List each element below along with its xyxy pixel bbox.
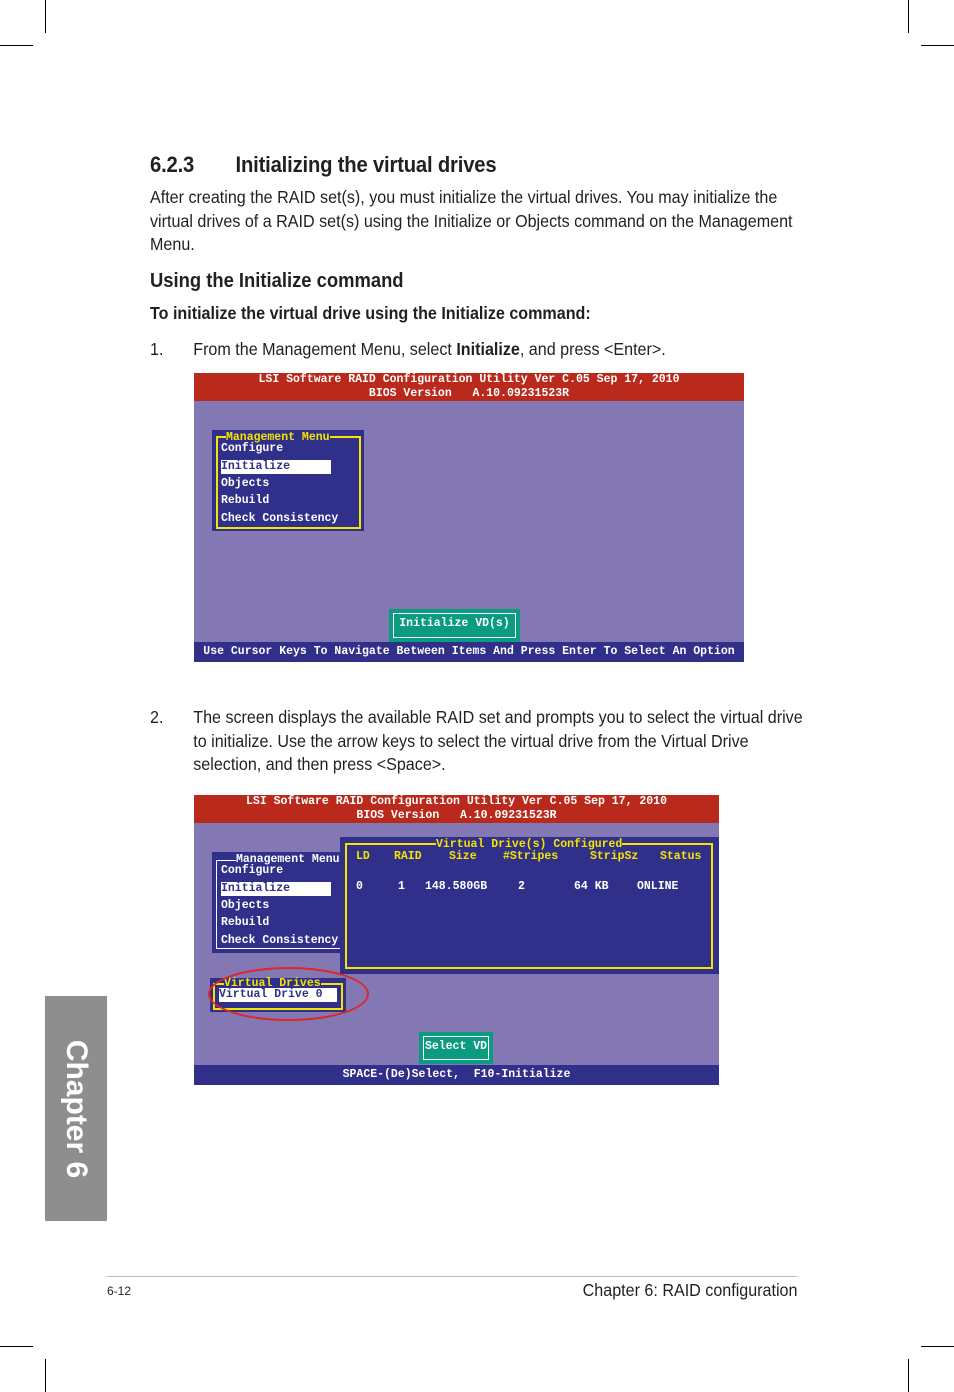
crop-mark bbox=[45, 0, 46, 33]
initialize-vd-label: Initialize VD(s) bbox=[393, 613, 516, 638]
menu-item-configure[interactable]: Configure bbox=[221, 864, 283, 878]
column-header-stripsz: StripSz bbox=[590, 850, 639, 863]
initialize-vd-button[interactable]: Initialize VD(s) bbox=[389, 609, 520, 642]
cell-status: ONLINE bbox=[637, 880, 679, 893]
crop-mark bbox=[908, 0, 909, 33]
bios-footer: Use Cursor Keys To Navigate Between Item… bbox=[194, 642, 744, 662]
column-header-raid: RAID bbox=[394, 850, 422, 863]
cell-size: 148.580GB bbox=[425, 880, 488, 893]
crop-mark bbox=[908, 1359, 909, 1392]
bios-screen-1: LSI Software RAID Configuration Utility … bbox=[194, 373, 744, 662]
select-vd-button[interactable]: Select VD bbox=[419, 1032, 493, 1064]
menu-item-check-consistency[interactable]: Check Consistency bbox=[221, 934, 338, 948]
column-header-status: Status bbox=[660, 850, 702, 863]
crop-mark bbox=[0, 45, 33, 46]
bios-version: BIOS Version A.10.09231523R bbox=[356, 809, 557, 822]
column-header-size: Size bbox=[449, 850, 477, 863]
menu-item-rebuild[interactable]: Rebuild bbox=[221, 494, 269, 508]
crop-mark bbox=[0, 1346, 33, 1347]
step-text-part: From the Management Menu, select bbox=[193, 339, 457, 359]
chapter-tab: Chapter 6 bbox=[45, 996, 107, 1221]
step-text: The screen displays the available RAID s… bbox=[193, 707, 803, 774]
intro-paragraph: After creating the RAID set(s), you must… bbox=[150, 187, 793, 254]
footer-chapter-title: Chapter 6: RAID configuration bbox=[582, 1280, 797, 1300]
section-number: 6.2.3 bbox=[150, 152, 195, 177]
footer-rule bbox=[107, 1276, 797, 1277]
bios-header: LSI Software RAID Configuration Utility … bbox=[194, 795, 719, 823]
cell-raid: 1 bbox=[398, 880, 405, 893]
bios-header: LSI Software RAID Configuration Utility … bbox=[194, 373, 744, 401]
bios-title: LSI Software RAID Configuration Utility … bbox=[258, 373, 680, 386]
chapter-tab-label: Chapter 6 bbox=[60, 1039, 93, 1178]
crop-mark bbox=[921, 1346, 954, 1347]
crop-mark bbox=[45, 1359, 46, 1392]
menu-item-objects[interactable]: Objects bbox=[221, 477, 269, 491]
cell-ld: 0 bbox=[356, 880, 363, 893]
management-menu-panel: Management Menu Configure Initialize Obj… bbox=[212, 430, 364, 531]
step-1: 1. From the Management Menu, select Init… bbox=[150, 338, 794, 362]
bios-screen-2: LSI Software RAID Configuration Utility … bbox=[194, 795, 719, 1085]
step-2: 2. The screen displays the available RAI… bbox=[150, 706, 803, 777]
bios-version: BIOS Version A.10.09231523R bbox=[368, 387, 570, 400]
menu-item-objects[interactable]: Objects bbox=[221, 899, 269, 913]
menu-item-initialize[interactable]: Initialize bbox=[221, 882, 331, 896]
cell-stripsz: 64 KB bbox=[574, 880, 609, 893]
step-number: 1. bbox=[150, 339, 164, 359]
bios-title: LSI Software RAID Configuration Utility … bbox=[246, 795, 667, 808]
column-header-ld: LD bbox=[356, 850, 370, 863]
cell-stripes: 2 bbox=[518, 880, 525, 893]
menu-item-check-consistency[interactable]: Check Consistency bbox=[221, 512, 338, 526]
step-text-bold: Initialize bbox=[456, 339, 520, 359]
select-vd-label: Select VD bbox=[423, 1036, 489, 1060]
virtual-drives-configured-panel: Virtual Drive(s) Configured LD RAID Size… bbox=[340, 837, 719, 974]
menu-item-initialize[interactable]: Initialize bbox=[221, 460, 331, 474]
step-text-part: , and press <Enter>. bbox=[519, 339, 666, 359]
menu-item-configure[interactable]: Configure bbox=[221, 442, 283, 456]
highlight-circle bbox=[208, 967, 369, 1021]
crop-mark bbox=[921, 45, 954, 46]
procedure-heading: To initialize the virtual drive using th… bbox=[150, 303, 591, 323]
step-text: From the Management Menu, select Initial… bbox=[193, 338, 794, 362]
step-number: 2. bbox=[150, 707, 164, 727]
bios-footer: SPACE-(De)Select, F10-Initialize bbox=[194, 1065, 719, 1085]
menu-item-rebuild[interactable]: Rebuild bbox=[221, 916, 269, 930]
section-title-text: Initializing the virtual drives bbox=[235, 152, 497, 177]
section-title: 6.2.3 Initializing the virtual drives bbox=[150, 152, 497, 178]
subheading: Using the Initialize command bbox=[150, 270, 404, 292]
column-header-stripes: #Stripes bbox=[503, 850, 559, 863]
page-number: 6-12 bbox=[107, 1284, 132, 1298]
